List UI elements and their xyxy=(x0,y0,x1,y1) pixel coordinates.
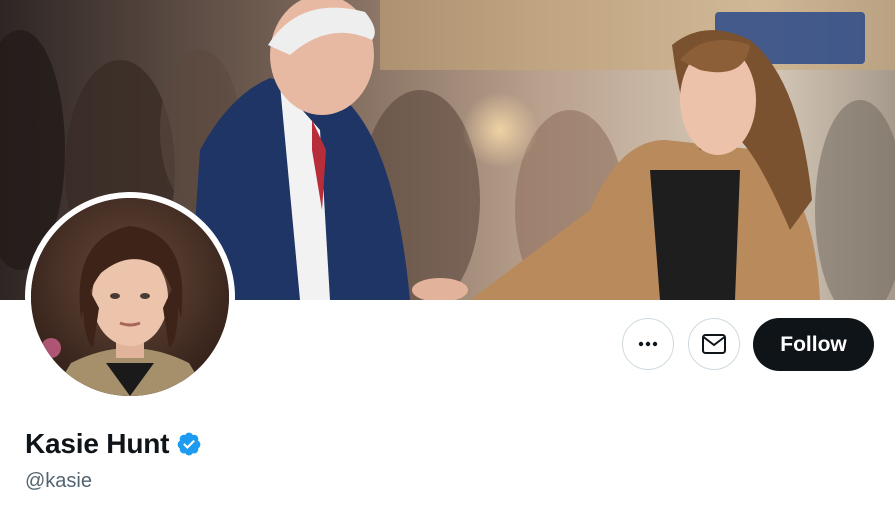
more-horizontal-icon xyxy=(638,341,658,347)
profile-avatar[interactable] xyxy=(31,198,229,396)
follow-button[interactable]: Follow xyxy=(753,318,874,371)
avatar-photo xyxy=(31,198,229,396)
envelope-icon xyxy=(702,334,726,354)
profile-name-row: Kasie Hunt xyxy=(25,428,202,460)
more-options-button[interactable] xyxy=(622,318,674,370)
verified-badge-icon[interactable] xyxy=(176,431,202,457)
message-button[interactable] xyxy=(688,318,740,370)
profile-handle: @kasie xyxy=(25,470,92,492)
display-name: Kasie Hunt xyxy=(25,428,170,459)
